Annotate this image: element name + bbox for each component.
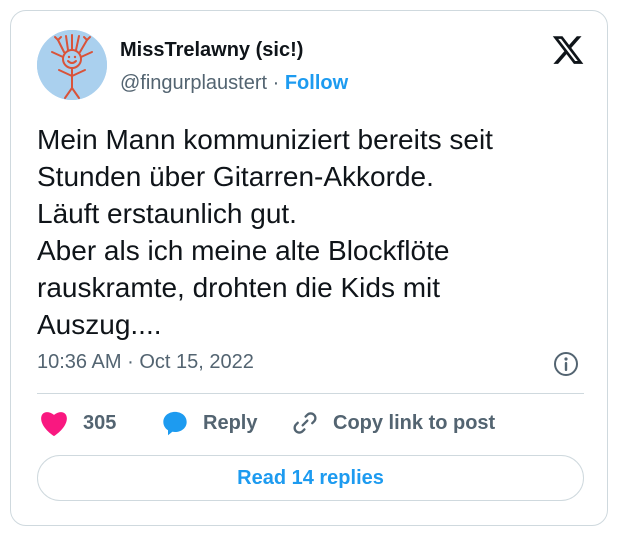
link-icon bbox=[293, 412, 317, 434]
tweet-date[interactable]: Oct 15, 2022 bbox=[139, 351, 254, 373]
author-display-name[interactable]: MissTrelawny (sic!) bbox=[120, 39, 303, 62]
follow-button[interactable]: Follow bbox=[285, 72, 348, 94]
read-replies-button[interactable]: Read 14 replies bbox=[37, 455, 584, 501]
tweet-line: Auszug.... bbox=[37, 309, 162, 340]
tweet-timestamp: 10:36 AM · Oct 15, 2022 bbox=[37, 351, 254, 374]
author-handle[interactable]: @fingurplaustert bbox=[120, 72, 267, 94]
copy-link-button[interactable]: Copy link to post bbox=[291, 408, 495, 438]
tweet-line: Mein Mann kommuniziert bereits seit bbox=[37, 124, 493, 155]
info-icon[interactable] bbox=[553, 351, 579, 377]
reply-label: Reply bbox=[203, 411, 258, 434]
like-count: 305 bbox=[83, 411, 117, 434]
like-button[interactable]: 305 bbox=[39, 408, 116, 438]
divider bbox=[37, 393, 584, 394]
copy-link-label: Copy link to post bbox=[333, 411, 496, 434]
tweet-line: Läuft erstaunlich gut. bbox=[37, 198, 297, 229]
tweet-line: Aber als ich meine alte Blockflöte bbox=[37, 235, 450, 266]
tweet-card: MissTrelawny (sic!) @fingurplaustert · F… bbox=[10, 10, 608, 526]
read-replies-label: Read 14 replies bbox=[237, 466, 384, 489]
handle-separator: · bbox=[272, 72, 280, 94]
x-logo-icon[interactable] bbox=[551, 33, 585, 67]
reply-button[interactable]: Reply bbox=[161, 408, 257, 438]
tweet-time[interactable]: 10:36 AM bbox=[37, 351, 122, 373]
tweet-line: rauskramte, drohten die Kids mit bbox=[37, 272, 441, 303]
author-handle-row: @fingurplaustert · Follow bbox=[120, 72, 348, 95]
timestamp-separator: · bbox=[127, 351, 134, 373]
stick-figure-drawing-icon bbox=[37, 30, 107, 100]
avatar[interactable] bbox=[37, 30, 107, 100]
speech-bubble-icon bbox=[163, 411, 187, 436]
heart-icon bbox=[41, 412, 67, 437]
tweet-line: Stunden über Gitarren-Akkorde. bbox=[37, 161, 434, 192]
tweet-text: Mein Mann kommuniziert bereits seit Stun… bbox=[37, 121, 597, 343]
